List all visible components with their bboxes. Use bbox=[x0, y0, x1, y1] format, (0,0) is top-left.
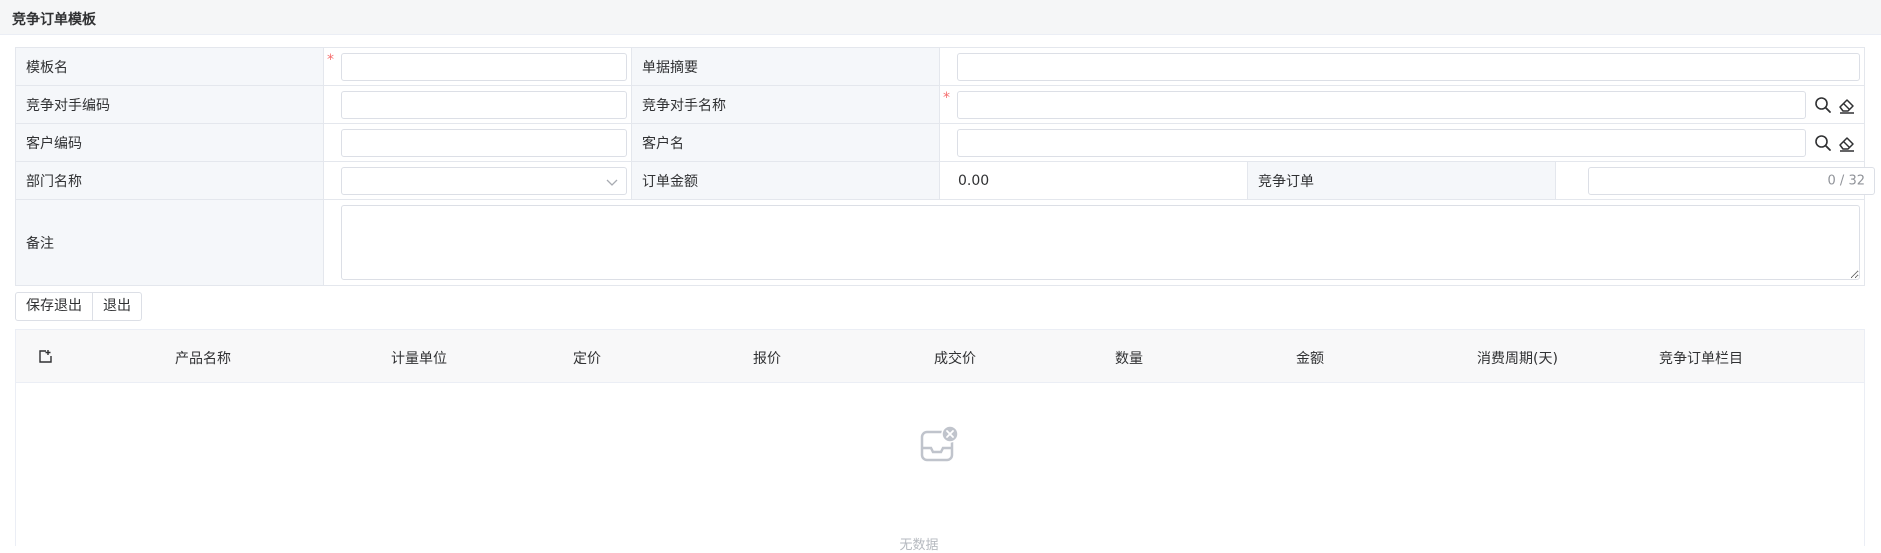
template-name-label: 模板名 bbox=[26, 59, 68, 76]
template-name-cell: * bbox=[324, 48, 632, 85]
template-form: 模板名 * 单据摘要 竞争对手编码 竞争对手名称 * 客户编码 客户名 部门名称… bbox=[15, 47, 1875, 286]
col-list-price[interactable]: 定价 bbox=[573, 348, 601, 368]
chevron-down-icon bbox=[606, 179, 618, 186]
competitor-name-label: 竞争对手名称 bbox=[642, 97, 726, 114]
col-amount[interactable]: 金额 bbox=[1296, 348, 1324, 368]
template-name-label-cell: 模板名 bbox=[16, 48, 324, 85]
form-row-3: 客户编码 客户名 bbox=[16, 124, 1864, 162]
empty-text: 无数据 bbox=[899, 538, 939, 553]
customer-code-input[interactable] bbox=[341, 129, 627, 157]
col-quantity[interactable]: 数量 bbox=[1115, 348, 1143, 368]
char-counter: 0 / 32 bbox=[1827, 173, 1865, 189]
customer-code-label-cell: 客户编码 bbox=[16, 124, 324, 161]
customer-name-cell bbox=[940, 124, 1864, 161]
order-amount-label: 订单金额 bbox=[642, 173, 698, 190]
order-amount-label-cell: 订单金额 bbox=[632, 162, 940, 199]
form-row-1: 模板名 * 单据摘要 bbox=[16, 48, 1864, 86]
remark-cell bbox=[324, 200, 1864, 285]
form-row-4: 部门名称 订单金额 0.00 竞争订单 0 / 32 bbox=[16, 162, 1875, 200]
search-icon[interactable] bbox=[1813, 133, 1833, 153]
eraser-icon[interactable] bbox=[1837, 133, 1857, 153]
template-name-input[interactable] bbox=[341, 53, 627, 81]
customer-name-label-cell: 客户名 bbox=[632, 124, 940, 161]
action-button-group: 保存退出 退出 bbox=[15, 292, 142, 321]
competitor-code-input[interactable] bbox=[341, 91, 627, 119]
col-product-name[interactable]: 产品名称 bbox=[175, 348, 231, 368]
empty-inbox-icon bbox=[920, 425, 959, 462]
summary-input[interactable] bbox=[957, 53, 1860, 81]
form-row-5: 备注 bbox=[16, 200, 1864, 285]
required-mark: * bbox=[327, 52, 334, 68]
col-deal-price[interactable]: 成交价 bbox=[934, 348, 976, 368]
order-amount-cell: 0.00 bbox=[940, 162, 1248, 199]
competitor-name-input[interactable] bbox=[957, 91, 1806, 119]
search-icon[interactable] bbox=[1813, 95, 1833, 115]
department-select[interactable] bbox=[341, 167, 627, 195]
col-consumption-cycle[interactable]: 消费周期(天) bbox=[1477, 348, 1558, 368]
department-label-cell: 部门名称 bbox=[16, 162, 324, 199]
summary-label: 单据摘要 bbox=[642, 59, 698, 76]
customer-code-cell bbox=[324, 124, 632, 161]
customer-name-label: 客户名 bbox=[642, 135, 684, 152]
form-row-2: 竞争对手编码 竞争对手名称 * bbox=[16, 86, 1864, 124]
summary-label-cell: 单据摘要 bbox=[632, 48, 940, 85]
exit-button[interactable]: 退出 bbox=[93, 292, 142, 321]
col-competitive-order-item[interactable]: 竞争订单栏目 bbox=[1659, 348, 1743, 368]
page-header: 竞争订单模板 bbox=[0, 0, 1881, 35]
department-label: 部门名称 bbox=[26, 173, 82, 190]
customer-name-input[interactable] bbox=[957, 129, 1806, 157]
col-quote[interactable]: 报价 bbox=[753, 348, 781, 368]
summary-cell bbox=[940, 48, 1864, 85]
eraser-icon[interactable] bbox=[1837, 95, 1857, 115]
order-amount-value: 0.00 bbox=[958, 172, 990, 189]
page-title: 竞争订单模板 bbox=[12, 12, 96, 28]
remark-textarea[interactable] bbox=[341, 205, 1860, 280]
save-exit-button[interactable]: 保存退出 bbox=[15, 292, 93, 321]
competitor-name-label-cell: 竞争对手名称 bbox=[632, 86, 940, 123]
grid-header: 产品名称 计量单位 定价 报价 成交价 数量 金额 消费周期(天) 竞争订单栏目 bbox=[16, 330, 1864, 383]
col-unit[interactable]: 计量单位 bbox=[391, 348, 447, 368]
competitor-code-label-cell: 竞争对手编码 bbox=[16, 86, 324, 123]
remark-label-cell: 备注 bbox=[16, 200, 324, 285]
product-grid: 产品名称 计量单位 定价 报价 成交价 数量 金额 消费周期(天) 竞争订单栏目… bbox=[15, 329, 1865, 553]
export-icon[interactable] bbox=[38, 349, 53, 364]
competitive-order-label-cell: 竞争订单 bbox=[1248, 162, 1556, 199]
department-cell bbox=[324, 162, 632, 199]
grid-empty-state: 无数据 bbox=[16, 383, 1864, 553]
competitor-code-cell bbox=[324, 86, 632, 123]
required-mark: * bbox=[943, 90, 950, 106]
competitor-name-cell: * bbox=[940, 86, 1864, 123]
remark-label: 备注 bbox=[26, 235, 54, 252]
competitive-order-cell: 0 / 32 bbox=[1556, 162, 1875, 199]
competitive-order-label: 竞争订单 bbox=[1258, 173, 1314, 190]
competitive-order-input[interactable]: 0 / 32 bbox=[1588, 167, 1875, 195]
competitor-code-label: 竞争对手编码 bbox=[26, 97, 110, 114]
customer-code-label: 客户编码 bbox=[26, 135, 82, 152]
